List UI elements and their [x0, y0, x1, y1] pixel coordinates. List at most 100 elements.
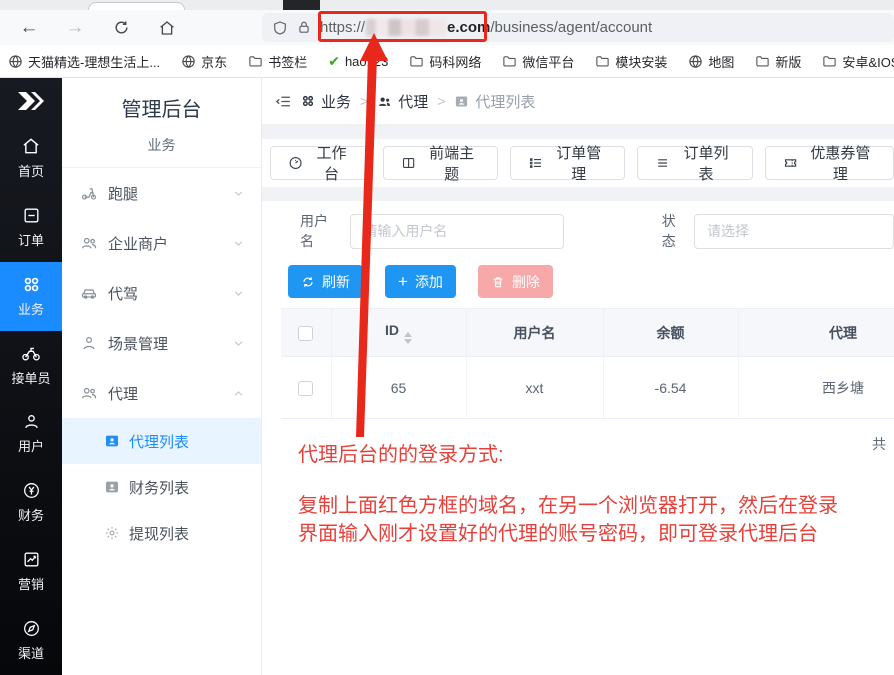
admin-title: 管理后台	[62, 93, 261, 122]
col-id[interactable]: ID	[331, 309, 466, 357]
submenu-item-label: 提现列表	[129, 523, 189, 544]
bookmark-label: 新版	[775, 52, 801, 71]
agents-icon	[80, 384, 98, 402]
sidebar-item-marketing[interactable]: 营销	[0, 537, 62, 606]
url-bar[interactable]: https://e.com/business/agent/account	[262, 13, 894, 42]
bookmark-item[interactable]: 地图	[688, 52, 734, 71]
page: ← → https://e.com/business/agent/account…	[0, 0, 894, 675]
breadcrumb-label: 代理	[398, 91, 428, 112]
col-username: 用户名	[466, 309, 603, 357]
gear-icon	[104, 525, 120, 541]
folder-icon	[595, 54, 610, 69]
sidebar-item-label: 订单	[18, 230, 44, 249]
submenu-item-agent-list[interactable]: 代理列表	[62, 418, 261, 464]
breadcrumb-label: 业务	[321, 91, 351, 112]
chevron-up-icon	[232, 387, 245, 400]
bookmark-label: hao123	[345, 54, 388, 69]
secondary-sidebar: 管理后台 业务 跑腿 企业商户 代驾 场景管理	[62, 78, 262, 675]
status-select[interactable]	[694, 214, 894, 249]
url-path: /business/agent/account	[490, 19, 652, 36]
bookmark-item[interactable]: 安卓&IOS上架	[822, 52, 894, 71]
main-content: 业务 > 代理 > 代理列表 工作台	[262, 78, 894, 675]
shield-icon[interactable]	[272, 20, 288, 36]
sidebar-item-finance[interactable]: 财务	[0, 468, 62, 537]
scooter-icon	[80, 184, 98, 202]
bookmark-label: 码科网络	[429, 52, 481, 71]
back-icon[interactable]: ←	[16, 15, 42, 41]
select-all-checkbox[interactable]	[298, 326, 313, 341]
merchants-icon	[80, 234, 98, 252]
username-label: 用户名	[300, 211, 336, 251]
menu-collapse-icon[interactable]	[275, 93, 292, 110]
chevron-down-icon	[232, 237, 245, 250]
bookmark-label: 京东	[201, 52, 227, 71]
bookmark-label: 天猫精选-理想生活上...	[28, 52, 160, 71]
agent-table-wrap: ID 用户名 余额 代理 65 xxt -6.54	[281, 308, 894, 419]
globe-icon	[181, 54, 196, 69]
badge-icon	[454, 94, 469, 109]
reload-icon[interactable]	[108, 15, 134, 41]
bookmark-item[interactable]: 码科网络	[409, 52, 481, 71]
menu-item-agents[interactable]: 代理	[62, 368, 261, 418]
sidebar-item-couriers[interactable]: 接单员	[0, 331, 62, 400]
row-checkbox[interactable]	[298, 381, 313, 396]
chevron-down-icon	[232, 337, 245, 350]
bookmark-item[interactable]: 京东	[181, 52, 227, 71]
menu-item-merchants[interactable]: 企业商户	[62, 218, 261, 268]
action-buttons: 刷新 + 添加 删除	[262, 265, 894, 298]
bookmark-item[interactable]: 书签栏	[248, 52, 307, 71]
username-input[interactable]	[350, 214, 563, 249]
quick-nav-toolbar: 工作台 前端主题 订单管理 订单列表 优惠券管理	[262, 139, 894, 187]
coupon-manage-button[interactable]: 优惠券管理	[765, 146, 894, 180]
browser-tab-dark	[283, 0, 320, 10]
bookmark-item[interactable]: ✔ hao123	[328, 53, 388, 70]
sidebar-item-channels[interactable]: 渠道	[0, 606, 62, 675]
pagination-total: 共	[872, 434, 886, 454]
workbench-button[interactable]: 工作台	[270, 146, 371, 180]
finance-yuan-icon	[22, 481, 41, 500]
car-icon	[80, 284, 98, 302]
filter-row: 用户名 状态	[262, 211, 894, 251]
bookmark-label: 微信平台	[522, 52, 574, 71]
forward-icon[interactable]: →	[62, 15, 88, 41]
finance-badge-icon	[104, 479, 120, 495]
add-button[interactable]: + 添加	[385, 265, 456, 298]
breadcrumb-separator: >	[437, 93, 445, 109]
home-icon[interactable]	[154, 15, 180, 41]
menu-item-errand[interactable]: 跑腿	[62, 168, 261, 218]
hao123-logo-icon: ✔	[328, 53, 340, 70]
bookmark-item[interactable]: 新版	[755, 52, 801, 71]
sidebar-item-business[interactable]: 业务	[0, 262, 62, 331]
order-list-button[interactable]: 订单列表	[637, 146, 752, 180]
sidebar-item-home[interactable]: 首页	[0, 124, 62, 193]
agents-icon	[377, 94, 392, 109]
coupon-ticket-icon	[783, 155, 798, 171]
lock-icon[interactable]	[297, 20, 311, 35]
sort-icon[interactable]	[404, 332, 412, 344]
breadcrumb-item-business[interactable]: 业务	[301, 91, 351, 112]
url-text[interactable]: https://e.com/business/agent/account	[320, 19, 652, 36]
sidebar-header: 管理后台 业务	[62, 78, 261, 168]
url-censored-domain	[366, 19, 446, 36]
submenu-item-finance-list[interactable]: 财务列表	[62, 464, 261, 510]
bookmark-label: 地图	[708, 52, 734, 71]
delete-button[interactable]: 删除	[478, 265, 553, 298]
button-label: 订单列表	[678, 142, 735, 184]
submenu-item-withdraw-list[interactable]: 提现列表	[62, 510, 261, 556]
breadcrumb-item-agents[interactable]: 代理	[377, 91, 428, 112]
chevron-down-icon	[232, 287, 245, 300]
bookmark-item[interactable]: 天猫精选-理想生活上...	[8, 52, 160, 71]
sidebar-item-orders[interactable]: 订单	[0, 193, 62, 262]
menu-item-scenes[interactable]: 场景管理	[62, 318, 261, 368]
bookmark-item[interactable]: 模块安装	[595, 52, 667, 71]
annotation-line: 界面输入刚才设置好的代理的账号密码，即可登录代理后台	[298, 520, 894, 548]
menu-item-driving[interactable]: 代驾	[62, 268, 261, 318]
app-logo[interactable]	[0, 78, 62, 124]
row-select-cell	[281, 357, 331, 419]
frontend-theme-button[interactable]: 前端主题	[383, 146, 498, 180]
bookmark-item[interactable]: 微信平台	[502, 52, 574, 71]
order-manage-button[interactable]: 订单管理	[510, 146, 625, 180]
sidebar-item-users[interactable]: 用户	[0, 400, 62, 469]
refresh-button[interactable]: 刷新	[288, 265, 363, 298]
spacer-band	[262, 187, 894, 201]
